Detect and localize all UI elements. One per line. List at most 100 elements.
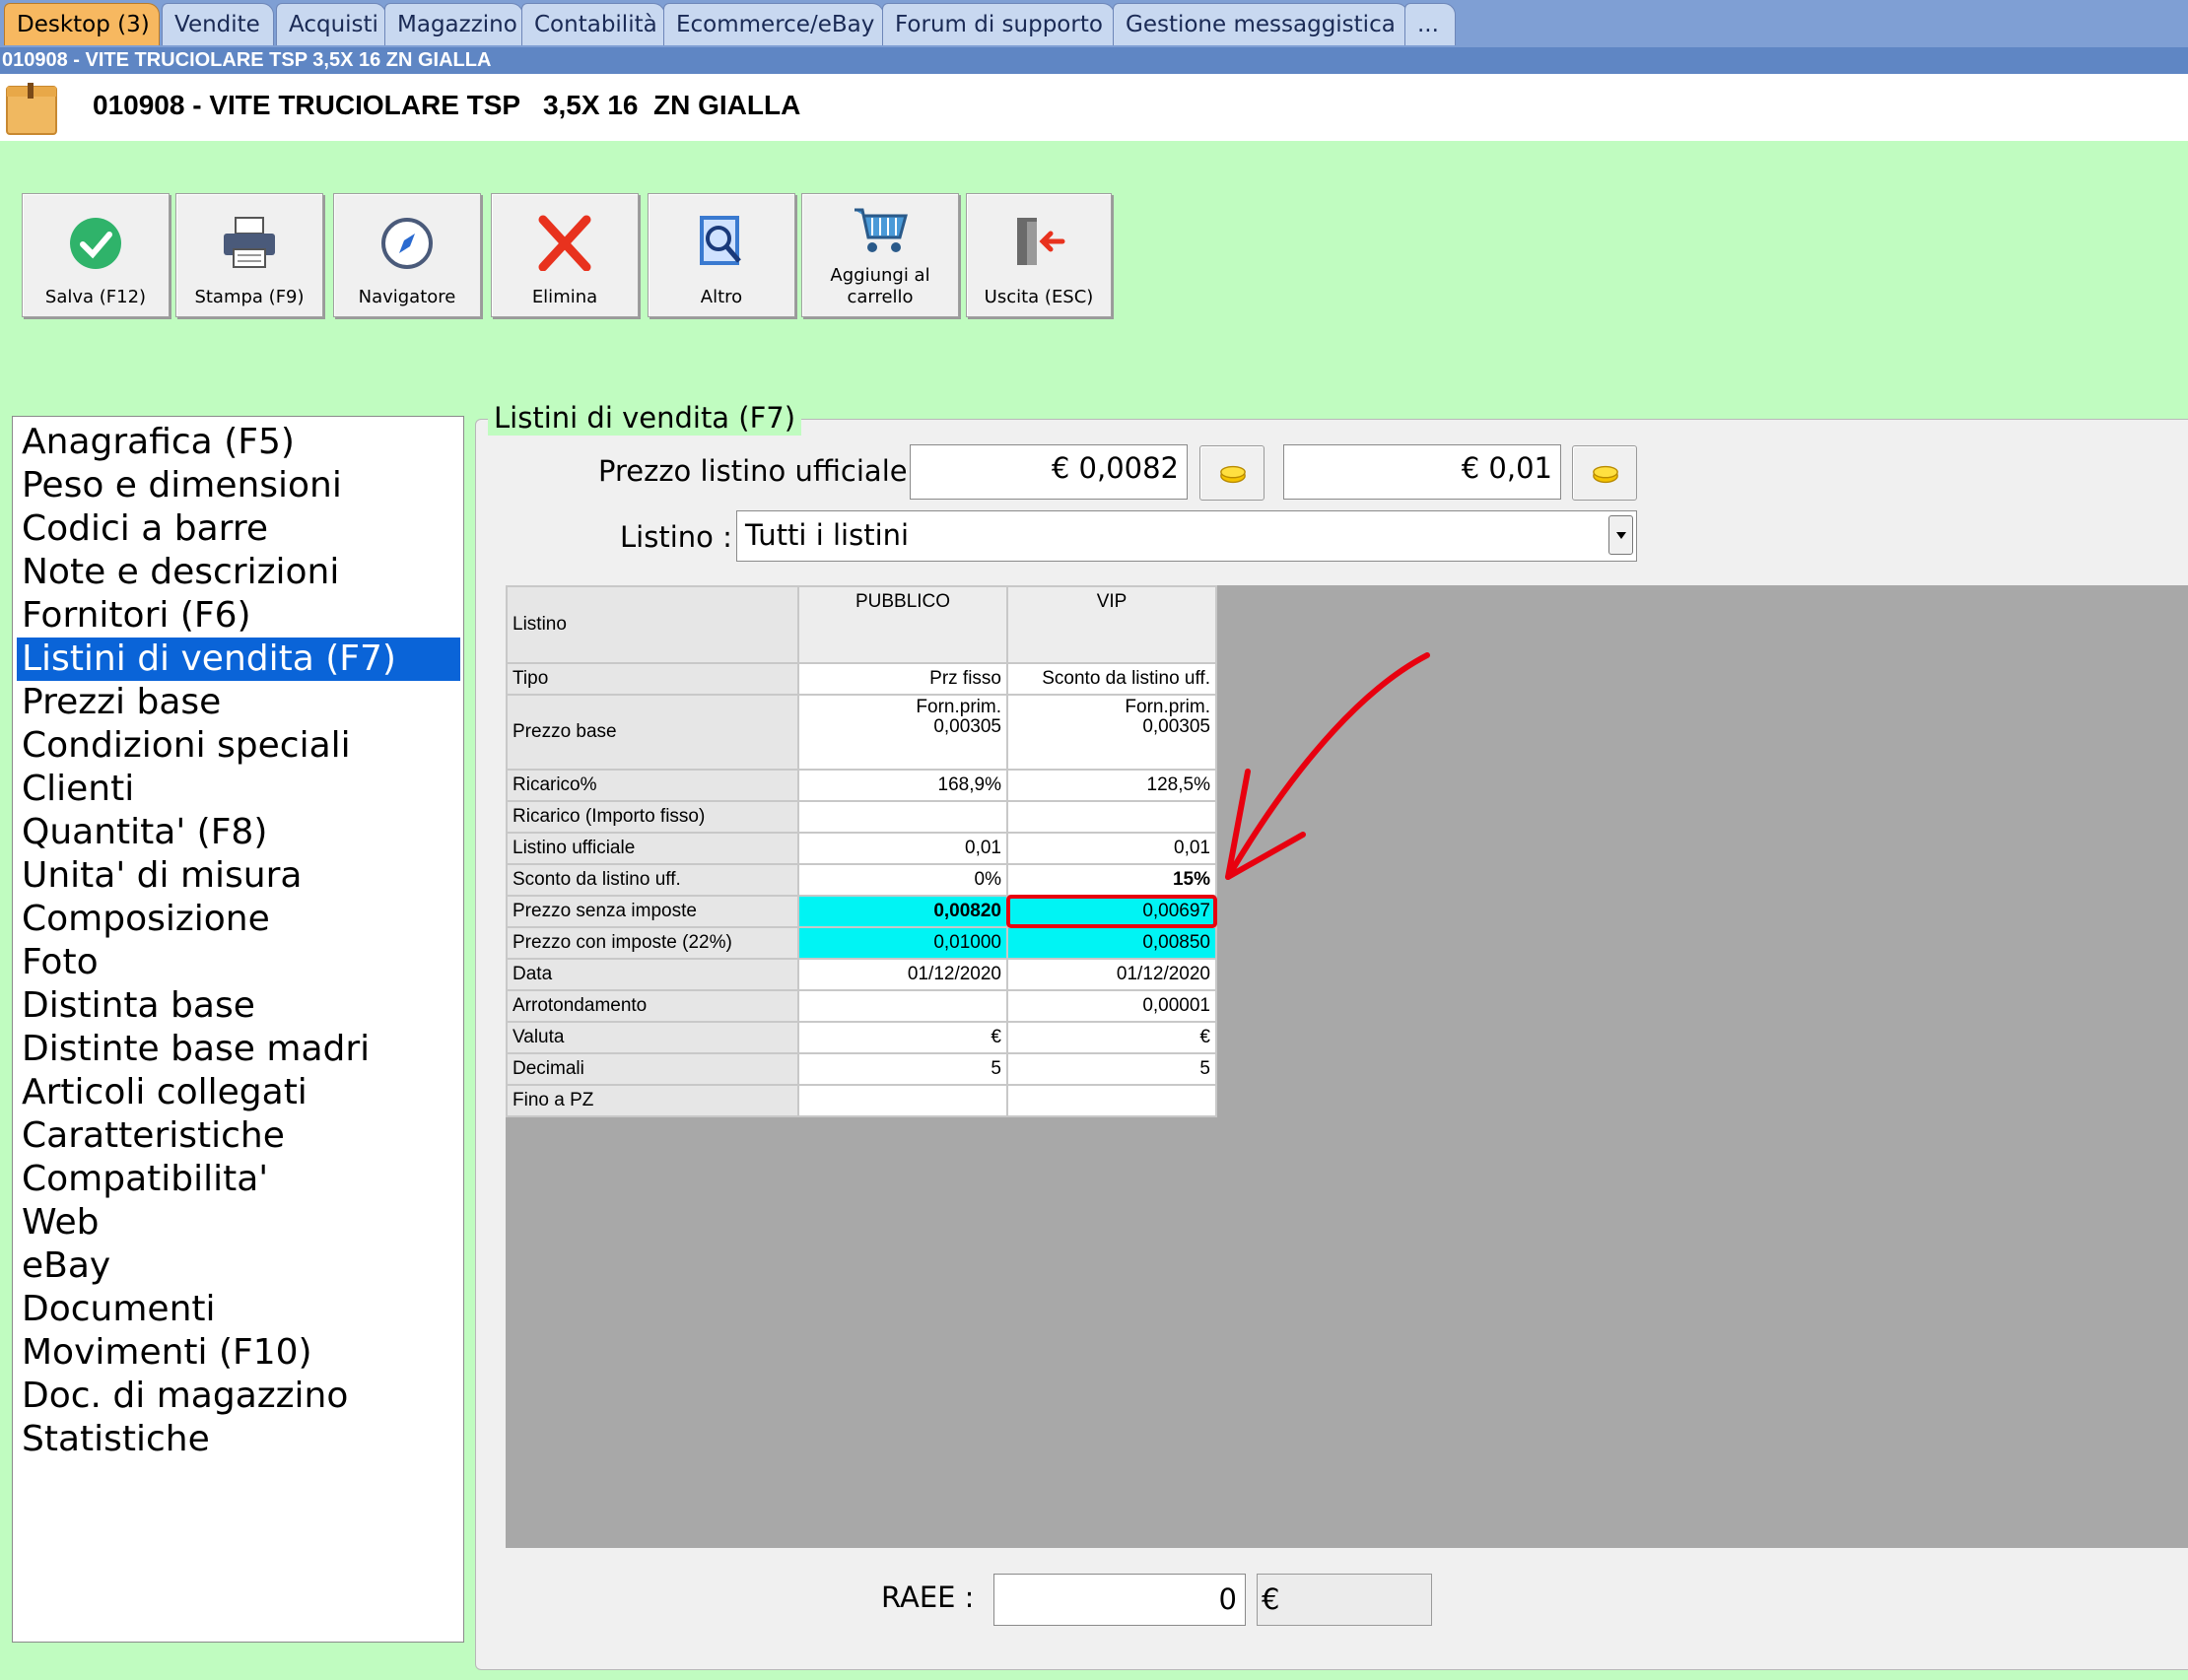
nav-item-unita-misura[interactable]: Unita' di misura (17, 854, 460, 898)
row-header-data: Data (506, 958, 799, 991)
prezzo-base-value: 0,00305 (1142, 716, 1210, 737)
row-header-valuta: Valuta (506, 1021, 799, 1054)
cell-data-pubblico[interactable]: 01/12/2020 (797, 958, 1008, 991)
column-header-pubblico[interactable]: PUBBLICO (797, 585, 1008, 664)
nav-item-doc-magazzino[interactable]: Doc. di magazzino (17, 1375, 460, 1418)
cell-ricarico-pct-pubblico[interactable]: 168,9% (797, 769, 1008, 802)
nav-item-web[interactable]: Web (17, 1201, 460, 1244)
cell-prezzo-con-imposte-vip[interactable]: 0,00850 (1006, 926, 1217, 960)
nav-item-distinte-base-madri[interactable]: Distinte base madri (17, 1028, 460, 1071)
nav-item-peso-dimensioni[interactable]: Peso e dimensioni (17, 464, 460, 507)
nav-item-prezzi-base[interactable]: Prezzi base (17, 681, 460, 724)
cell-prezzo-senza-imposte-vip[interactable]: 0,00697 (1006, 895, 1217, 928)
coin-icon (1220, 465, 1246, 484)
nav-item-clienti[interactable]: Clienti (17, 768, 460, 811)
tab-vendite[interactable]: Vendite (162, 3, 274, 45)
cart-icon (855, 208, 908, 252)
tab-ecommerce-ebay[interactable]: Ecommerce/eBay (663, 3, 884, 45)
cell-prezzo-base-pubblico[interactable]: Forn.prim. 0,00305 (797, 694, 1008, 771)
cell-ricarico-pct-vip[interactable]: 128,5% (1006, 769, 1217, 802)
cell-listino-ufficiale-vip[interactable]: 0,01 (1006, 832, 1217, 865)
row-header-fino-a-pz: Fino a PZ (506, 1084, 799, 1117)
cell-tipo-pubblico[interactable]: Prz fisso (797, 662, 1008, 696)
item-header: 010908 - VITE TRUCIOLARE TSP 3,5X 16 ZN … (0, 74, 2188, 141)
window-title: 010908 - VITE TRUCIOLARE TSP 3,5X 16 ZN … (0, 47, 2188, 74)
nav-item-compatibilita[interactable]: Compatibilita' (17, 1158, 460, 1201)
nav-item-listini-vendita[interactable]: Listini di vendita (F7) (17, 638, 460, 681)
page-title: 010908 - VITE TRUCIOLARE TSP 3,5X 16 ZN … (93, 90, 801, 120)
chevron-down-icon (1616, 532, 1626, 539)
package-icon (6, 83, 57, 135)
cell-tipo-vip[interactable]: Sconto da listino uff. (1006, 662, 1217, 696)
nav-item-caratteristiche[interactable]: Caratteristiche (17, 1114, 460, 1158)
tab-contabilita[interactable]: Contabilità (521, 3, 665, 45)
official-price-taxed-field[interactable]: € 0,01 (1283, 444, 1561, 500)
listino-label: Listino : (620, 520, 732, 554)
cell-prezzo-base-vip[interactable]: Forn.prim. 0,00305 (1006, 694, 1217, 771)
nav-item-articoli-collegati[interactable]: Articoli collegati (17, 1071, 460, 1114)
nav-item-note-descrizioni[interactable]: Note e descrizioni (17, 551, 460, 594)
cell-prezzo-con-imposte-pubblico[interactable]: 0,01000 (797, 926, 1008, 960)
tab-more[interactable]: ... (1404, 3, 1456, 45)
navigator-button[interactable]: Navigatore (333, 193, 481, 317)
cell-valuta-vip[interactable]: € (1006, 1021, 1217, 1054)
cell-arrotondamento-pubblico[interactable] (797, 989, 1008, 1023)
nav-item-fornitori[interactable]: Fornitori (F6) (17, 594, 460, 638)
print-button[interactable]: Stampa (F9) (175, 193, 323, 317)
prezzo-base-value: 0,00305 (933, 716, 1001, 737)
tab-gestione-messaggistica[interactable]: Gestione messaggistica (1113, 3, 1408, 45)
raee-field[interactable]: 0 (993, 1574, 1246, 1626)
cell-ricarico-fisso-pubblico[interactable] (797, 800, 1008, 834)
price-list-grid: Listino PUBBLICO VIP Tipo Prz fisso Scon… (506, 585, 1217, 1117)
nav-item-documenti[interactable]: Documenti (17, 1288, 460, 1331)
cell-valuta-pubblico[interactable]: € (797, 1021, 1008, 1054)
cell-arrotondamento-vip[interactable]: 0,00001 (1006, 989, 1217, 1023)
tab-forum-supporto[interactable]: Forum di supporto (882, 3, 1115, 45)
nav-item-foto[interactable]: Foto (17, 941, 460, 984)
nav-item-distinta-base[interactable]: Distinta base (17, 984, 460, 1028)
raee-currency: € (1257, 1574, 1432, 1626)
exit-label: Uscita (ESC) (984, 287, 1094, 307)
cell-data-vip[interactable]: 01/12/2020 (1006, 958, 1217, 991)
prezzo-base-source: Forn.prim. (1125, 697, 1210, 717)
cell-prezzo-senza-imposte-pubblico[interactable]: 0,00820 (797, 895, 1008, 928)
save-label: Salva (F12) (44, 287, 147, 307)
tab-acquisti[interactable]: Acquisti (276, 3, 386, 45)
other-button[interactable]: Altro (648, 193, 795, 317)
cell-ricarico-fisso-vip[interactable] (1006, 800, 1217, 834)
save-button[interactable]: Salva (F12) (22, 193, 170, 317)
nav-item-ebay[interactable]: eBay (17, 1244, 460, 1288)
cell-decimali-pubblico[interactable]: 5 (797, 1052, 1008, 1086)
official-price-field[interactable]: € 0,0082 (910, 444, 1188, 500)
tab-magazzino[interactable]: Magazzino (384, 3, 523, 45)
cell-fino-a-pz-vip[interactable] (1006, 1084, 1217, 1117)
tab-desktop[interactable]: Desktop (3) (4, 3, 160, 45)
check-icon (70, 218, 121, 269)
grid-corner-header: Listino (506, 585, 799, 664)
nav-item-statistiche[interactable]: Statistiche (17, 1418, 460, 1461)
add-to-cart-button[interactable]: Aggiungi al carrello (801, 193, 959, 317)
listino-dropdown-button[interactable] (1608, 515, 1633, 555)
row-header-listino-ufficiale: Listino ufficiale (506, 832, 799, 865)
official-price-picker-button[interactable] (1199, 445, 1265, 501)
delete-x-icon (538, 215, 591, 271)
cell-decimali-vip[interactable]: 5 (1006, 1052, 1217, 1086)
nav-item-movimenti[interactable]: Movimenti (F10) (17, 1331, 460, 1375)
column-header-vip[interactable]: VIP (1006, 585, 1217, 664)
exit-button[interactable]: Uscita (ESC) (966, 193, 1112, 317)
cell-sconto-pubblico[interactable]: 0% (797, 863, 1008, 897)
listino-select[interactable]: Tutti i listini (736, 510, 1637, 562)
cell-listino-ufficiale-pubblico[interactable]: 0,01 (797, 832, 1008, 865)
official-price-taxed-picker-button[interactable] (1572, 445, 1637, 501)
nav-item-composizione[interactable]: Composizione (17, 898, 460, 941)
nav-item-codici-barre[interactable]: Codici a barre (17, 507, 460, 551)
nav-item-quantita[interactable]: Quantita' (F8) (17, 811, 460, 854)
delete-button[interactable]: Elimina (491, 193, 639, 317)
raee-label: RAEE : (881, 1580, 975, 1614)
tab-bar: Desktop (3) Vendite Acquisti Magazzino C… (0, 0, 2188, 47)
add-to-cart-label-line1: Aggiungi al (830, 265, 930, 286)
nav-item-anagrafica[interactable]: Anagrafica (F5) (17, 421, 460, 464)
nav-item-condizioni-speciali[interactable]: Condizioni speciali (17, 724, 460, 768)
cell-sconto-vip[interactable]: 15% (1006, 863, 1217, 897)
cell-fino-a-pz-pubblico[interactable] (797, 1084, 1008, 1117)
